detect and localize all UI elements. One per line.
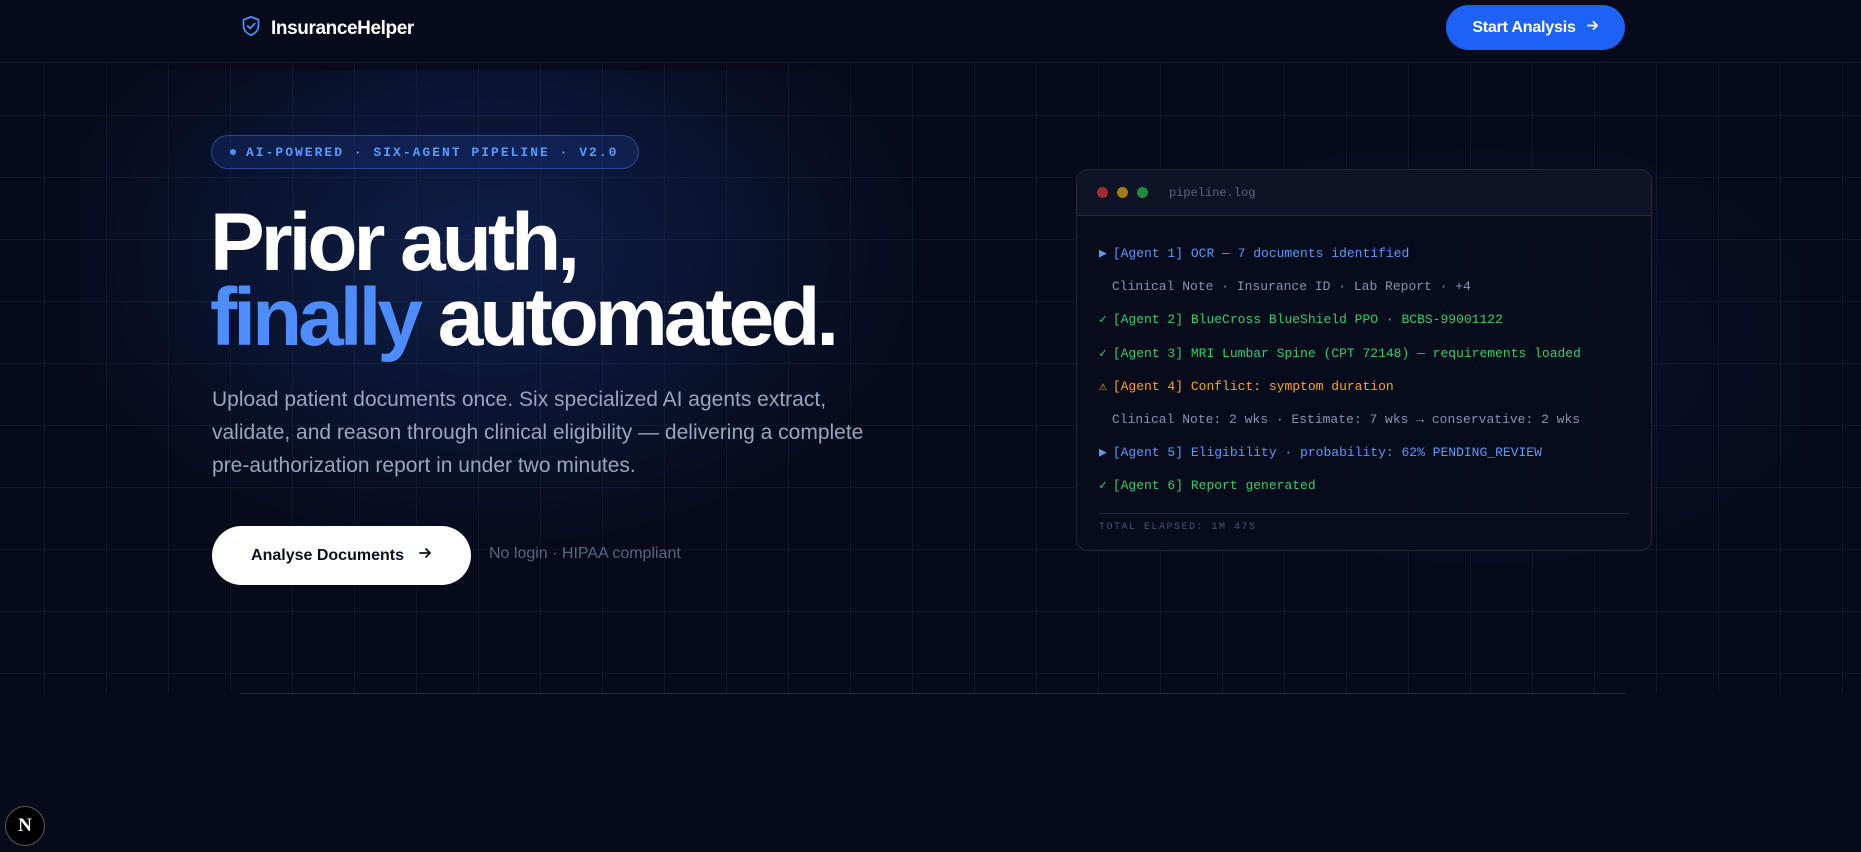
badge-text: AI-POWERED · SIX-AGENT PIPELINE · V2.0: [246, 144, 619, 160]
hero-title: Prior auth, finally automated.: [210, 202, 839, 359]
start-analysis-label: Start Analysis: [1472, 18, 1576, 36]
next-logo-icon: N: [18, 815, 32, 836]
top-nav: InsuranceHelper Start Analysis: [0, 0, 1861, 63]
log-mark-icon: ✓: [1099, 345, 1107, 361]
maximize-window-dot-icon: [1137, 187, 1148, 198]
version-badge: AI-POWERED · SIX-AGENT PIPELINE · V2.0: [211, 135, 640, 169]
analyse-documents-button[interactable]: Analyse Documents: [212, 526, 471, 585]
hero-title-line2: automated.: [437, 272, 839, 363]
log-text: [Agent 1] OCR — 7 documents identified: [1112, 246, 1410, 262]
terminal-footer: TOTAL ELAPSED: 1M 47S: [1099, 512, 1629, 533]
page-bottom: [0, 694, 1861, 852]
log-line: ✓ [Agent 6] Report generated: [1099, 469, 1629, 502]
log-text: [Agent 4] Conflict: symptom duration: [1112, 378, 1394, 394]
arrow-right-icon: [1586, 19, 1599, 37]
log-text: [Agent 2] BlueCross BlueShield PPO · BCB…: [1112, 312, 1503, 328]
hero-title-accent: finally: [210, 272, 423, 363]
log-line: Clinical Note · Insurance ID · Lab Repor…: [1099, 270, 1629, 303]
log-text: [Agent 3] MRI Lumbar Spine (CPT 72148) —…: [1112, 345, 1581, 361]
start-analysis-button[interactable]: Start Analysis: [1446, 5, 1625, 50]
log-text: [Agent 5] Eligibility · probability: 62%…: [1112, 445, 1542, 461]
terminal-filename: pipeline.log: [1169, 185, 1256, 200]
log-mark-icon: ▶: [1099, 246, 1107, 262]
log-line: Clinical Note: 2 wks · Estimate: 7 wks →…: [1099, 403, 1629, 436]
log-text: [Agent 6] Report generated: [1112, 478, 1316, 494]
arrow-right-icon: [418, 546, 432, 565]
log-line: ✓ [Agent 3] MRI Lumbar Spine (CPT 72148)…: [1099, 337, 1629, 370]
minimize-window-dot-icon: [1117, 187, 1128, 198]
section-divider: [240, 693, 1626, 694]
badge-dot-icon: [230, 149, 236, 155]
brand-logo[interactable]: InsuranceHelper: [241, 15, 414, 42]
brand-name: InsuranceHelper: [271, 17, 414, 39]
terminal-log: ▶ [Agent 1] OCR — 7 documents identified…: [1077, 216, 1651, 533]
log-line: ✓ [Agent 2] BlueCross BlueShield PPO · B…: [1099, 303, 1629, 336]
log-line: ⚠ [Agent 4] Conflict: symptom duration: [1099, 370, 1629, 403]
log-mark-icon: ⚠: [1099, 378, 1107, 394]
analyse-documents-label: Analyse Documents: [251, 546, 404, 564]
hero-subtitle: Upload patient documents once. Six speci…: [212, 388, 864, 477]
close-window-dot-icon: [1097, 187, 1108, 198]
terminal-titlebar: pipeline.log: [1077, 170, 1651, 216]
log-mark-icon: ✓: [1099, 312, 1107, 328]
log-text: Clinical Note: 2 wks · Estimate: 7 wks →…: [1112, 412, 1581, 428]
log-text: Clinical Note · Insurance ID · Lab Repor…: [1112, 279, 1471, 295]
log-mark-icon: ▶: [1099, 445, 1107, 461]
log-line: ▶ [Agent 1] OCR — 7 documents identified: [1099, 237, 1629, 270]
shield-check-icon: [241, 15, 261, 42]
dev-tools-badge[interactable]: N: [5, 806, 45, 846]
cta-note: No login · HIPAA compliant: [489, 545, 681, 562]
page: InsuranceHelper Start Analysis AI-POWERE…: [0, 0, 1861, 852]
pipeline-terminal: pipeline.log ▶ [Agent 1] OCR — 7 documen…: [1076, 169, 1652, 551]
log-mark-icon: ✓: [1099, 478, 1107, 494]
log-line: ▶ [Agent 5] Eligibility · probability: 6…: [1099, 436, 1629, 469]
